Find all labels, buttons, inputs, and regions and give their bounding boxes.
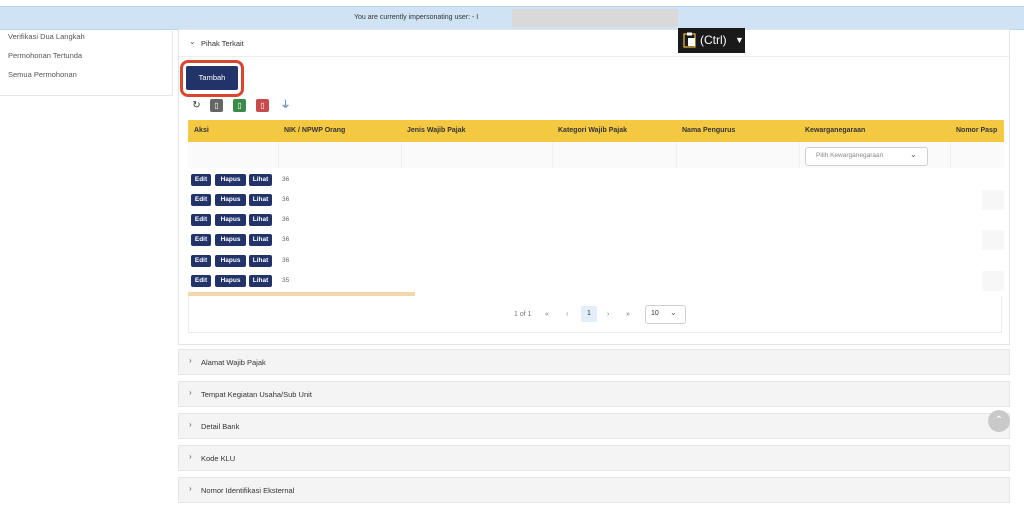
tambah-button[interactable]: Tambah <box>186 66 238 90</box>
table-row: Edit Hapus Lihat 36 <box>188 230 1004 250</box>
nik-value: 36 <box>282 257 290 264</box>
impersonation-text: You are currently impersonating user: - … <box>354 14 479 21</box>
chevron-right-icon: › <box>189 452 192 461</box>
accordion-kode-klu[interactable]: › Kode KLU <box>178 445 1010 471</box>
filter-cell[interactable] <box>279 142 402 168</box>
lihat-button[interactable]: Lihat <box>249 255 272 267</box>
filter-icon[interactable]: ⏚ <box>279 99 292 112</box>
filter-cell <box>188 142 279 168</box>
lihat-button[interactable]: Lihat <box>249 275 272 287</box>
hapus-button[interactable]: Hapus <box>215 174 246 186</box>
lihat-button[interactable]: Lihat <box>249 234 272 246</box>
chevron-right-icon: › <box>189 420 192 429</box>
scroll-to-top-button[interactable]: ⌃ <box>988 410 1010 432</box>
filter-cell[interactable] <box>677 142 800 168</box>
redacted-user <box>512 9 678 27</box>
sidebar-item-permohonan-tertunda[interactable]: Permohonan Tertunda <box>8 51 82 60</box>
edit-button[interactable]: Edit <box>191 255 211 267</box>
lihat-button[interactable]: Lihat <box>249 214 272 226</box>
paste-options-button[interactable]: (Ctrl) ▼ <box>678 28 745 53</box>
kewarganegaraan-filter-select[interactable]: Pilih Kewarganegaraan ⌄ <box>805 147 928 166</box>
page-summary: 1 of 1 <box>514 311 532 318</box>
edit-button[interactable]: Edit <box>191 234 211 246</box>
impersonation-banner: You are currently impersonating user: - … <box>0 6 1024 30</box>
pihak-terkait-header[interactable]: ⌄ Pihak Terkait <box>179 30 1009 57</box>
caret-down-icon: ▼ <box>735 35 744 45</box>
chevron-down-icon: ⌄ <box>189 37 196 46</box>
column-nomor-paspor[interactable]: Nomor Pasp <box>956 127 997 134</box>
chevron-right-icon: › <box>189 388 192 397</box>
table-row: Edit Hapus Lihat 36 <box>188 170 1004 190</box>
row-stripe <box>982 190 1004 210</box>
first-page-icon[interactable]: « <box>545 311 549 318</box>
chevron-right-icon: › <box>189 484 192 493</box>
edit-button[interactable]: Edit <box>191 214 211 226</box>
file-icon[interactable]: ▯ <box>210 99 223 112</box>
accordion-title: Kode KLU <box>201 454 236 463</box>
sidebar: Verifikasi Dua Langkah Permohonan Tertun… <box>0 29 173 96</box>
accordion-title: Tempat Kegiatan Usaha/Sub Unit <box>201 390 312 399</box>
refresh-icon[interactable]: ↻ <box>190 99 203 112</box>
row-stripe <box>982 271 1004 291</box>
hapus-button[interactable]: Hapus <box>215 194 246 206</box>
accordion-title: Nomor Identifikasi Eksternal <box>201 486 295 495</box>
lihat-button[interactable]: Lihat <box>249 194 272 206</box>
page-size-value: 10 <box>651 310 659 317</box>
table-header: Aksi NIK / NPWP Orang Jenis Wajib Pajak … <box>188 120 1004 142</box>
column-nama-pengurus[interactable]: Nama Pengurus <box>682 127 735 134</box>
next-page-icon[interactable]: › <box>607 311 609 318</box>
column-nik[interactable]: NIK / NPWP Orang <box>284 127 345 134</box>
nik-value: 36 <box>282 236 290 243</box>
nik-value: 36 <box>282 176 290 183</box>
pdf-icon[interactable]: ▯ <box>256 99 269 112</box>
accordion-detail-bank[interactable]: › Detail Bank <box>178 413 1010 439</box>
accordion-title: Alamat Wajib Pajak <box>201 358 266 367</box>
filter-cell[interactable] <box>951 142 1004 168</box>
page-1-button[interactable]: 1 <box>581 306 597 322</box>
column-jenis[interactable]: Jenis Wajib Pajak <box>407 127 466 134</box>
clipboard-icon <box>683 32 696 48</box>
table-row: Edit Hapus Lihat 35 <box>188 271 1004 291</box>
chevron-down-icon: ⌄ <box>670 308 677 317</box>
chevron-right-icon: › <box>189 356 192 365</box>
edit-button[interactable]: Edit <box>191 194 211 206</box>
edit-button[interactable]: Edit <box>191 275 211 287</box>
prev-page-icon[interactable]: ‹ <box>566 311 568 318</box>
table-row: Edit Hapus Lihat 36 <box>188 210 1004 230</box>
table-row: Edit Hapus Lihat 36 <box>188 190 1004 210</box>
hapus-button[interactable]: Hapus <box>215 275 246 287</box>
paste-options-label: (Ctrl) <box>700 33 727 47</box>
lihat-button[interactable]: Lihat <box>249 174 272 186</box>
sidebar-item-verifikasi[interactable]: Verifikasi Dua Langkah <box>8 32 85 41</box>
hapus-button[interactable]: Hapus <box>215 214 246 226</box>
sidebar-item-semua-permohonan[interactable]: Semua Permohonan <box>8 70 77 79</box>
table-row: Edit Hapus Lihat 36 <box>188 251 1004 271</box>
hapus-button[interactable]: Hapus <box>215 234 246 246</box>
hapus-button[interactable]: Hapus <box>215 255 246 267</box>
nik-value: 36 <box>282 216 290 223</box>
excel-icon[interactable]: ▯ <box>233 99 246 112</box>
select-placeholder: Pilih Kewarganegaraan <box>816 152 884 159</box>
column-aksi[interactable]: Aksi <box>194 127 209 134</box>
last-page-icon[interactable]: » <box>626 311 630 318</box>
column-kategori[interactable]: Kategori Wajib Pajak <box>558 127 627 134</box>
nik-value: 35 <box>282 277 290 284</box>
row-stripe <box>982 230 1004 250</box>
chevron-up-icon: ⌃ <box>994 415 1004 426</box>
accordion-title: Detail Bank <box>201 422 240 431</box>
filter-cell[interactable] <box>402 142 553 168</box>
chevron-down-icon: ⌄ <box>910 150 917 159</box>
accordion-tempat-kegiatan-usaha[interactable]: › Tempat Kegiatan Usaha/Sub Unit <box>178 381 1010 407</box>
filter-cell[interactable] <box>553 142 677 168</box>
page-size-select[interactable]: 10 ⌄ <box>645 305 686 324</box>
accordion-nomor-identifikasi[interactable]: › Nomor Identifikasi Eksternal <box>178 477 1010 503</box>
column-kewarganegaraan[interactable]: Kewarganegaraan <box>805 127 865 134</box>
accordion-alamat-wajib-pajak[interactable]: › Alamat Wajib Pajak <box>178 349 1010 375</box>
nik-value: 36 <box>282 196 290 203</box>
edit-button[interactable]: Edit <box>191 174 211 186</box>
section-title: Pihak Terkait <box>201 39 244 48</box>
